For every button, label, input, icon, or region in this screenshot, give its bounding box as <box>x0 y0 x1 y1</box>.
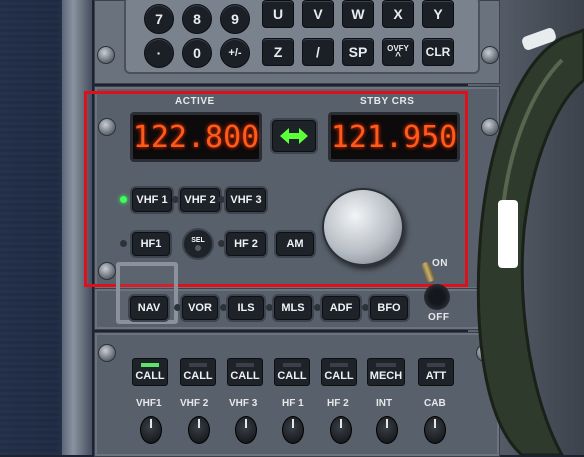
ils-button[interactable]: ILS <box>228 296 264 320</box>
key-clr[interactable]: CLR <box>422 38 454 66</box>
hf1-volume-label: HF 1 <box>282 398 304 409</box>
call-hf1-lamp <box>283 363 301 367</box>
bfo-led <box>362 304 369 311</box>
call-vhf1-lamp <box>141 363 159 367</box>
mech-lamp <box>376 363 396 367</box>
vhf3-volume-label: VHF 3 <box>229 398 258 409</box>
call-vhf2-label: CALL <box>183 370 213 382</box>
hf2-volume-knob[interactable] <box>330 416 352 444</box>
key-9[interactable]: 9 <box>220 4 250 34</box>
key-w[interactable]: W <box>342 0 374 28</box>
mech-label: MECH <box>369 370 403 382</box>
key-slash[interactable]: / <box>302 38 334 66</box>
vhf2-volume-knob[interactable] <box>188 416 210 444</box>
off-switch-base <box>424 284 450 310</box>
screw-icon <box>97 46 115 64</box>
key-sp[interactable]: SP <box>342 38 374 66</box>
key-v[interactable]: V <box>302 0 334 28</box>
call-vhf3-lamp <box>236 363 254 367</box>
key-8[interactable]: 8 <box>182 4 212 34</box>
highlight-box <box>84 91 468 287</box>
call-hf2-lamp <box>330 363 348 367</box>
mls-led <box>266 304 273 311</box>
key-z[interactable]: Z <box>262 38 294 66</box>
vhf3-volume-knob[interactable] <box>235 416 257 444</box>
vor-led <box>174 304 181 311</box>
adf-led <box>314 304 321 311</box>
key-plus-minus[interactable]: +/- <box>220 38 250 68</box>
control-yoke <box>476 28 584 455</box>
nav-button[interactable]: NAV <box>130 296 168 320</box>
mech-button[interactable]: MECH <box>367 358 405 386</box>
call-hf2-label: CALL <box>324 370 354 382</box>
caret-up-icon: ^ <box>395 50 401 62</box>
call-vhf3-label: CALL <box>230 370 260 382</box>
screw-icon <box>98 344 116 362</box>
int-volume-label: INT <box>376 398 393 409</box>
ils-led <box>220 304 227 311</box>
call-vhf2-lamp <box>189 363 207 367</box>
hf1-volume-knob[interactable] <box>282 416 304 444</box>
hf2-volume-label: HF 2 <box>327 398 349 409</box>
vhf2-volume-label: VHF 2 <box>180 398 209 409</box>
att-label: ATT <box>425 370 447 382</box>
switch-off-label: OFF <box>428 312 450 323</box>
call-hf2-button[interactable]: CALL <box>321 358 357 386</box>
key-y[interactable]: Y <box>422 0 454 28</box>
call-vhf1-label: CALL <box>135 370 165 382</box>
key-0[interactable]: 0 <box>182 38 212 68</box>
vor-button[interactable]: VOR <box>182 296 218 320</box>
call-hf1-label: CALL <box>277 370 307 382</box>
call-hf1-button[interactable]: CALL <box>274 358 310 386</box>
seat-fabric <box>0 0 60 455</box>
key-7[interactable]: 7 <box>144 4 174 34</box>
cab-volume-label: CAB <box>424 398 446 409</box>
att-lamp <box>427 363 445 367</box>
key-x[interactable]: X <box>382 0 414 28</box>
att-button[interactable]: ATT <box>418 358 454 386</box>
adf-button[interactable]: ADF <box>322 296 360 320</box>
bfo-button[interactable]: BFO <box>370 296 408 320</box>
cab-volume-knob[interactable] <box>424 416 446 444</box>
call-vhf3-button[interactable]: CALL <box>227 358 263 386</box>
vhf1-volume-knob[interactable] <box>140 416 162 444</box>
key-u[interactable]: U <box>262 0 294 28</box>
key-decimal[interactable]: · <box>144 38 174 68</box>
key-ovfy[interactable]: OVFY ^ <box>382 38 414 66</box>
call-vhf2-button[interactable]: CALL <box>180 358 216 386</box>
int-volume-knob[interactable] <box>376 416 398 444</box>
mls-button[interactable]: MLS <box>274 296 312 320</box>
vhf1-volume-label: VHF1 <box>136 398 162 409</box>
call-vhf1-button[interactable]: CALL <box>132 358 168 386</box>
